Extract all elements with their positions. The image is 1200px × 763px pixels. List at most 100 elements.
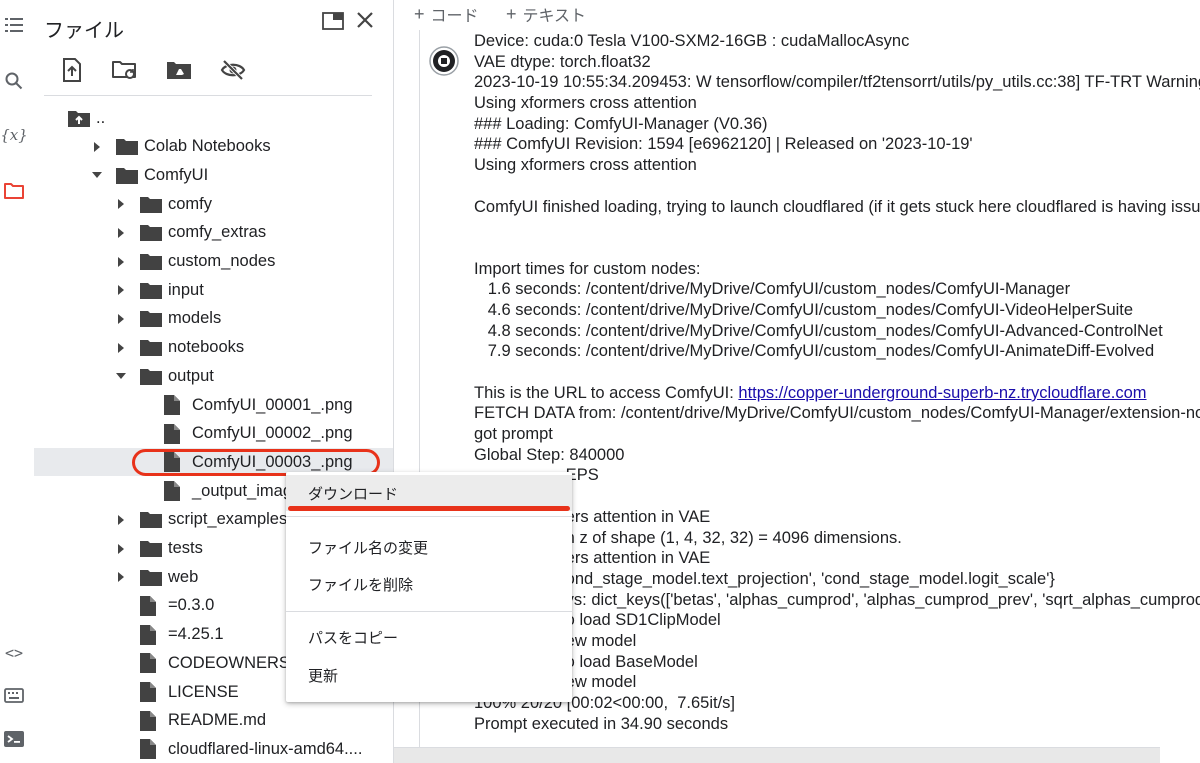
file-icon (140, 653, 156, 674)
refresh-button[interactable] (110, 56, 140, 84)
output-line: ers attention in VAE (474, 549, 711, 568)
output-line: 1.6 seconds: /content/drive/MyDrive/Comf… (474, 280, 1071, 299)
files-icon[interactable] (0, 180, 28, 202)
tree-item-label: Colab Notebooks (144, 137, 271, 156)
file-icon (164, 481, 180, 502)
output-line: 7.9 seconds: /content/drive/MyDrive/Comf… (474, 342, 1155, 361)
output-line: Using xformers cross attention (474, 94, 697, 113)
underline-annotation (288, 506, 570, 511)
chevron-right-icon[interactable] (116, 199, 126, 210)
tree-folder-row[interactable]: input (34, 276, 393, 304)
tree-parent-row[interactable]: .. (34, 104, 393, 132)
code-snippets-icon[interactable]: <> (0, 642, 28, 664)
cell-output: Device: cuda:0 Tesla V100-SXM2-16GB : cu… (474, 31, 1200, 734)
search-icon[interactable] (0, 70, 28, 92)
tree-item-label: comfy_extras (168, 223, 267, 242)
chevron-right-icon[interactable] (116, 285, 126, 296)
tree-folder-row[interactable]: comfy_extras (34, 219, 393, 247)
menu-item-refresh[interactable]: 更新 (286, 657, 572, 693)
comfyui-url-link[interactable]: https://copper-underground-superb-nz.try… (738, 384, 1146, 402)
folder-icon (140, 511, 162, 529)
menu-item-copy-path[interactable]: パスをコピー (286, 619, 572, 655)
menu-divider (286, 611, 572, 612)
tree-item-label: cloudflared-linux-amd64.... (168, 739, 363, 758)
chevron-right-icon[interactable] (116, 543, 126, 554)
folder-icon (140, 310, 162, 328)
toggle-hidden-files-button[interactable] (218, 56, 248, 84)
chevron-right-icon[interactable] (116, 256, 126, 267)
tree-item-label: custom_nodes (168, 252, 276, 270)
output-line: Import times for custom nodes: (474, 259, 701, 278)
chevron-down-icon[interactable] (92, 170, 102, 180)
chevron-right-icon[interactable] (116, 227, 126, 238)
output-line: FETCH DATA from: /content/drive/MyDrive/… (474, 404, 1200, 423)
folder-icon (140, 224, 162, 242)
tree-folder-row[interactable]: ComfyUI (34, 161, 393, 189)
mount-drive-button[interactable] (164, 56, 194, 84)
tree-file-row[interactable]: ComfyUI_00001_.png (34, 391, 393, 419)
upload-button[interactable] (58, 56, 86, 84)
notebook-toolbar: + コード + テキスト (394, 0, 1200, 30)
output-line: ys: dict_keys(['betas', 'alphas_cumprod'… (474, 590, 1200, 609)
chevron-right-icon[interactable] (116, 342, 126, 353)
tree-item-label: output (168, 366, 214, 385)
variables-icon[interactable]: {x} (0, 124, 28, 146)
command-palette-icon[interactable] (0, 684, 28, 706)
tree-folder-row[interactable]: models (34, 305, 393, 333)
tree-file-row[interactable]: README.md (34, 707, 393, 735)
output-line: ### Loading: ComfyUI-Manager (V0.36) (474, 114, 768, 133)
tree-item-label: comfy (168, 194, 213, 213)
add-code-button[interactable]: + コード (414, 2, 479, 26)
chevron-down-icon[interactable] (116, 371, 126, 381)
file-icon (140, 739, 156, 760)
add-text-button[interactable]: + テキスト (506, 2, 586, 26)
close-panel-button[interactable] (352, 8, 378, 32)
upload-file-icon (63, 58, 81, 82)
folder-icon (140, 368, 162, 385)
folder-icon (140, 339, 162, 357)
tree-file-row[interactable]: cloudflared-linux-amd64.... (34, 735, 393, 763)
add-code-label: コード (430, 8, 479, 25)
menu-item-rename[interactable]: ファイル名の変更 (286, 529, 572, 565)
chevron-right-icon[interactable] (116, 572, 126, 583)
chevron-right-icon[interactable] (92, 141, 102, 152)
output-line: Using xformers cross attention (474, 156, 697, 175)
tree-folder-row[interactable]: output (34, 362, 393, 390)
folder-icon (140, 282, 162, 299)
tree-file-row[interactable]: ComfyUI_00002_.png (34, 420, 393, 448)
activity-rail: {x} <> (0, 0, 28, 763)
tree-folder-row[interactable]: notebooks (34, 334, 393, 362)
table-of-contents-icon[interactable] (0, 14, 28, 36)
tree-item-label: input (168, 280, 204, 299)
output-line: 100% 20/20 [00:02<00:00, 7.65it/s] (474, 694, 735, 712)
folder-refresh-icon (112, 61, 136, 79)
chevron-right-icon[interactable] (116, 514, 126, 525)
tree-folder-row[interactable]: Colab Notebooks (34, 133, 393, 161)
tree-folder-row[interactable]: custom_nodes (34, 248, 393, 276)
output-line: got prompt (474, 425, 553, 444)
menu-item-delete[interactable]: ファイルを削除 (286, 566, 572, 602)
tree-item-label: tests (168, 539, 203, 557)
output-line: o load SD1ClipModel (474, 611, 721, 630)
output-horizontal-scrollbar[interactable] (394, 747, 1160, 763)
output-line: Device: cuda:0 Tesla V100-SXM2-16GB : cu… (474, 32, 910, 50)
tree-item-label: README.md (168, 711, 267, 730)
folder-icon (140, 253, 162, 270)
open-in-tab-button[interactable] (320, 10, 346, 32)
eye-off-icon (220, 59, 246, 81)
output-line: ew model (565, 631, 637, 650)
tree-item-label: CODEOWNERS (168, 653, 290, 672)
file-icon (140, 682, 156, 702)
chevron-right-icon[interactable] (116, 313, 126, 324)
close-icon (357, 12, 373, 28)
stop-run-icon (429, 46, 459, 76)
menu-divider (286, 516, 572, 517)
tree-item-label: ComfyUI_00002_.png (192, 424, 353, 443)
output-line: 4.6 seconds: /content/drive/MyDrive/Comf… (474, 300, 1134, 319)
run-cell-button[interactable] (428, 45, 460, 77)
terminal-icon[interactable] (0, 728, 28, 750)
tree-folder-row[interactable]: comfy (34, 190, 393, 218)
